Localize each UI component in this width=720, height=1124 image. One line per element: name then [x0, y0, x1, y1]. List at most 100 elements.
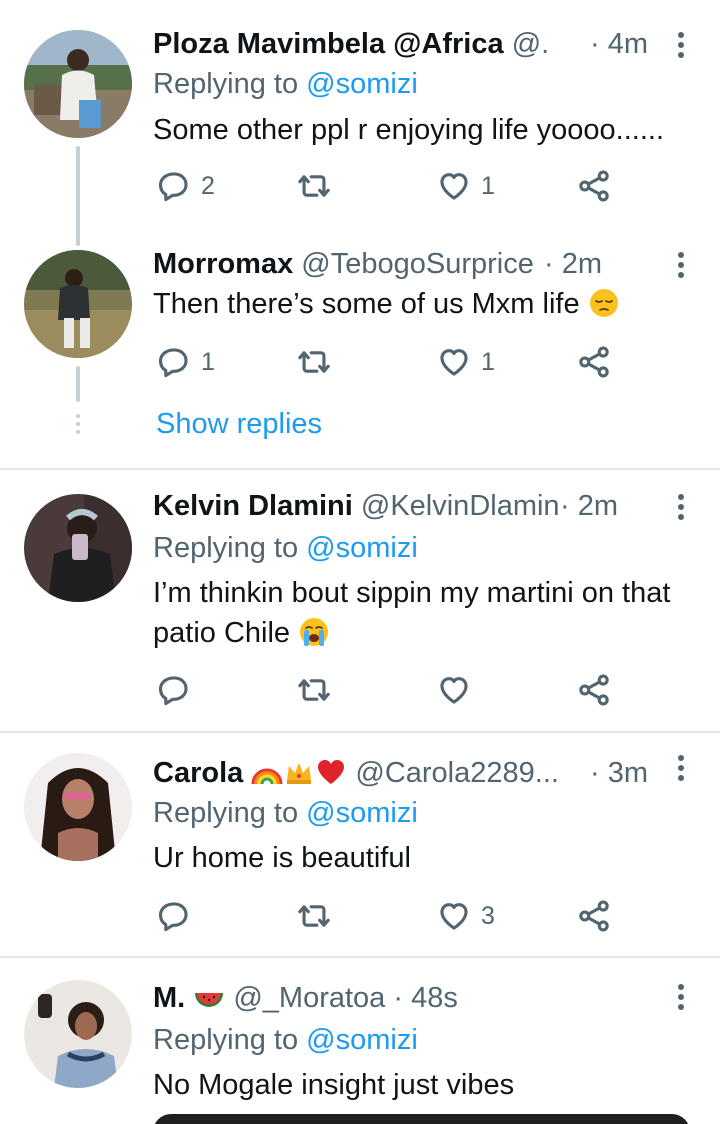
rainbow-emoji — [251, 768, 283, 785]
mention-link[interactable]: @somizi — [306, 68, 418, 100]
user-handle[interactable]: @_Moratoa — [233, 982, 385, 1014]
tweet-text-content: Then there’s some of us Mxm life — [153, 288, 580, 320]
tweet-time: · 3m — [590, 757, 648, 789]
like-button[interactable]: 1 — [437, 342, 495, 382]
avatar-photo — [24, 980, 132, 1088]
avatar-photo — [24, 30, 132, 138]
display-name[interactable]: Morromax — [153, 248, 293, 280]
reply-button[interactable] — [157, 670, 201, 710]
like-count: 3 — [481, 901, 495, 930]
reply-icon — [157, 673, 191, 707]
tweet-1[interactable]: Ploza Mavimbela @Africa @... · 4m Replyi… — [0, 0, 720, 250]
crown-emoji — [287, 763, 312, 784]
avatar[interactable] — [24, 250, 132, 358]
mention-link[interactable]: @somizi — [306, 1024, 418, 1056]
replying-to: Replying to @somizi — [153, 1020, 418, 1060]
share-icon — [577, 169, 611, 203]
share-button[interactable] — [577, 166, 611, 206]
avatar[interactable] — [24, 494, 132, 602]
tweet-actions: 3 — [153, 896, 720, 936]
retweet-button[interactable] — [297, 342, 341, 382]
tweet-header: Kelvin Dlamini @KelvinDlamin — [153, 486, 590, 526]
more-vertical-icon[interactable] — [678, 494, 686, 524]
reply-icon — [157, 899, 191, 933]
display-name[interactable]: M. — [153, 982, 185, 1014]
heart-icon — [437, 899, 471, 933]
retweet-button[interactable] — [297, 166, 341, 206]
avatar[interactable] — [24, 753, 132, 861]
red-heart-emoji — [318, 760, 345, 784]
mention-link[interactable]: @somizi — [306, 797, 418, 829]
user-handle[interactable]: @Carola2289... — [355, 757, 559, 789]
like-button[interactable]: 3 — [437, 896, 495, 936]
tweet-2[interactable]: Morromax @TebogoSurprice · 2m Then there… — [0, 248, 720, 470]
tweet-header: Ploza Mavimbela @Africa @... — [153, 24, 550, 64]
avatar[interactable] — [24, 30, 132, 138]
tweet-time: · 2m — [544, 248, 602, 280]
retweet-icon — [297, 345, 331, 379]
tweet-time: · 2m — [560, 490, 618, 522]
display-name[interactable]: Ploza Mavimbela @Africa — [153, 28, 504, 60]
pensive-face-emoji — [589, 289, 618, 317]
mention-link[interactable]: @somizi — [306, 532, 418, 564]
heart-icon — [437, 169, 471, 203]
like-count: 1 — [481, 347, 495, 376]
share-button[interactable] — [577, 670, 611, 710]
user-handle[interactable]: @TebogoSurprice — [301, 248, 534, 280]
more-vertical-icon[interactable] — [678, 252, 686, 282]
avatar[interactable] — [24, 980, 132, 1088]
retweet-icon — [297, 673, 331, 707]
reply-button[interactable]: 2 — [157, 166, 215, 206]
tweet-text: Ur home is beautiful — [153, 842, 411, 874]
tweet-text: Then there’s some of us Mxm life — [153, 284, 698, 324]
tweet-text: I’m thinkin bout sippin my martini on th… — [153, 577, 671, 609]
reply-count: 1 — [201, 347, 215, 376]
avatar-photo — [24, 753, 132, 861]
reply-button[interactable] — [157, 896, 201, 936]
retweet-button[interactable] — [297, 670, 341, 710]
more-vertical-icon[interactable] — [678, 32, 686, 62]
tweet-4[interactable]: Carola @Carola2289... · 3m Replying to @… — [0, 733, 720, 957]
tweet-time: · 4m — [590, 28, 648, 60]
display-name[interactable]: Carola — [153, 757, 243, 789]
share-button[interactable] — [577, 896, 611, 936]
reply-icon — [157, 169, 191, 203]
replying-to-label: Replying to — [153, 68, 299, 100]
user-handle[interactable]: @KelvinDlamin — [361, 490, 560, 522]
show-replies-link[interactable]: Show replies — [156, 404, 322, 444]
share-icon — [577, 673, 611, 707]
tweet-actions — [153, 670, 720, 710]
tweet-header: Morromax @TebogoSurprice — [153, 244, 590, 284]
retweet-icon — [297, 169, 331, 203]
like-count: 1 — [481, 171, 495, 200]
share-icon — [577, 899, 611, 933]
heart-icon — [437, 673, 471, 707]
user-handle[interactable]: @... — [512, 28, 550, 60]
avatar-photo — [24, 494, 132, 602]
replying-to-label: Replying to — [153, 532, 299, 564]
tweet-header: Carola @Carola2289... — [153, 753, 590, 793]
heart-icon — [437, 345, 471, 379]
reply-count: 2 — [201, 171, 215, 200]
tweet-5[interactable]: M. @_Moratoa · 48s Replying to @somizi N… — [0, 958, 720, 1124]
thread-dots — [75, 414, 81, 438]
like-button[interactable]: 1 — [437, 166, 495, 206]
tweet-text: No Mogale insight just vibes — [153, 1069, 515, 1101]
more-vertical-icon[interactable] — [678, 755, 686, 785]
media-preview[interactable] — [153, 1114, 690, 1124]
retweet-button[interactable] — [297, 896, 341, 936]
thread-line — [76, 366, 80, 402]
reply-button[interactable]: 1 — [157, 342, 215, 382]
loudly-crying-face-emoji — [300, 618, 329, 646]
like-button[interactable] — [437, 670, 481, 710]
replying-to: Replying to @somizi — [153, 528, 418, 568]
thread-line — [76, 146, 80, 246]
display-name[interactable]: Kelvin Dlamini — [153, 490, 353, 522]
tweet-3[interactable]: Kelvin Dlamini @KelvinDlamin · 2m Replyi… — [0, 470, 720, 732]
more-vertical-icon[interactable] — [678, 984, 686, 1014]
tweet-text-line-2: patio Chile — [153, 613, 698, 653]
reply-icon — [157, 345, 191, 379]
tweet-actions: 2 1 — [153, 166, 720, 206]
share-button[interactable] — [577, 342, 611, 382]
replying-to: Replying to @somizi — [153, 64, 418, 104]
